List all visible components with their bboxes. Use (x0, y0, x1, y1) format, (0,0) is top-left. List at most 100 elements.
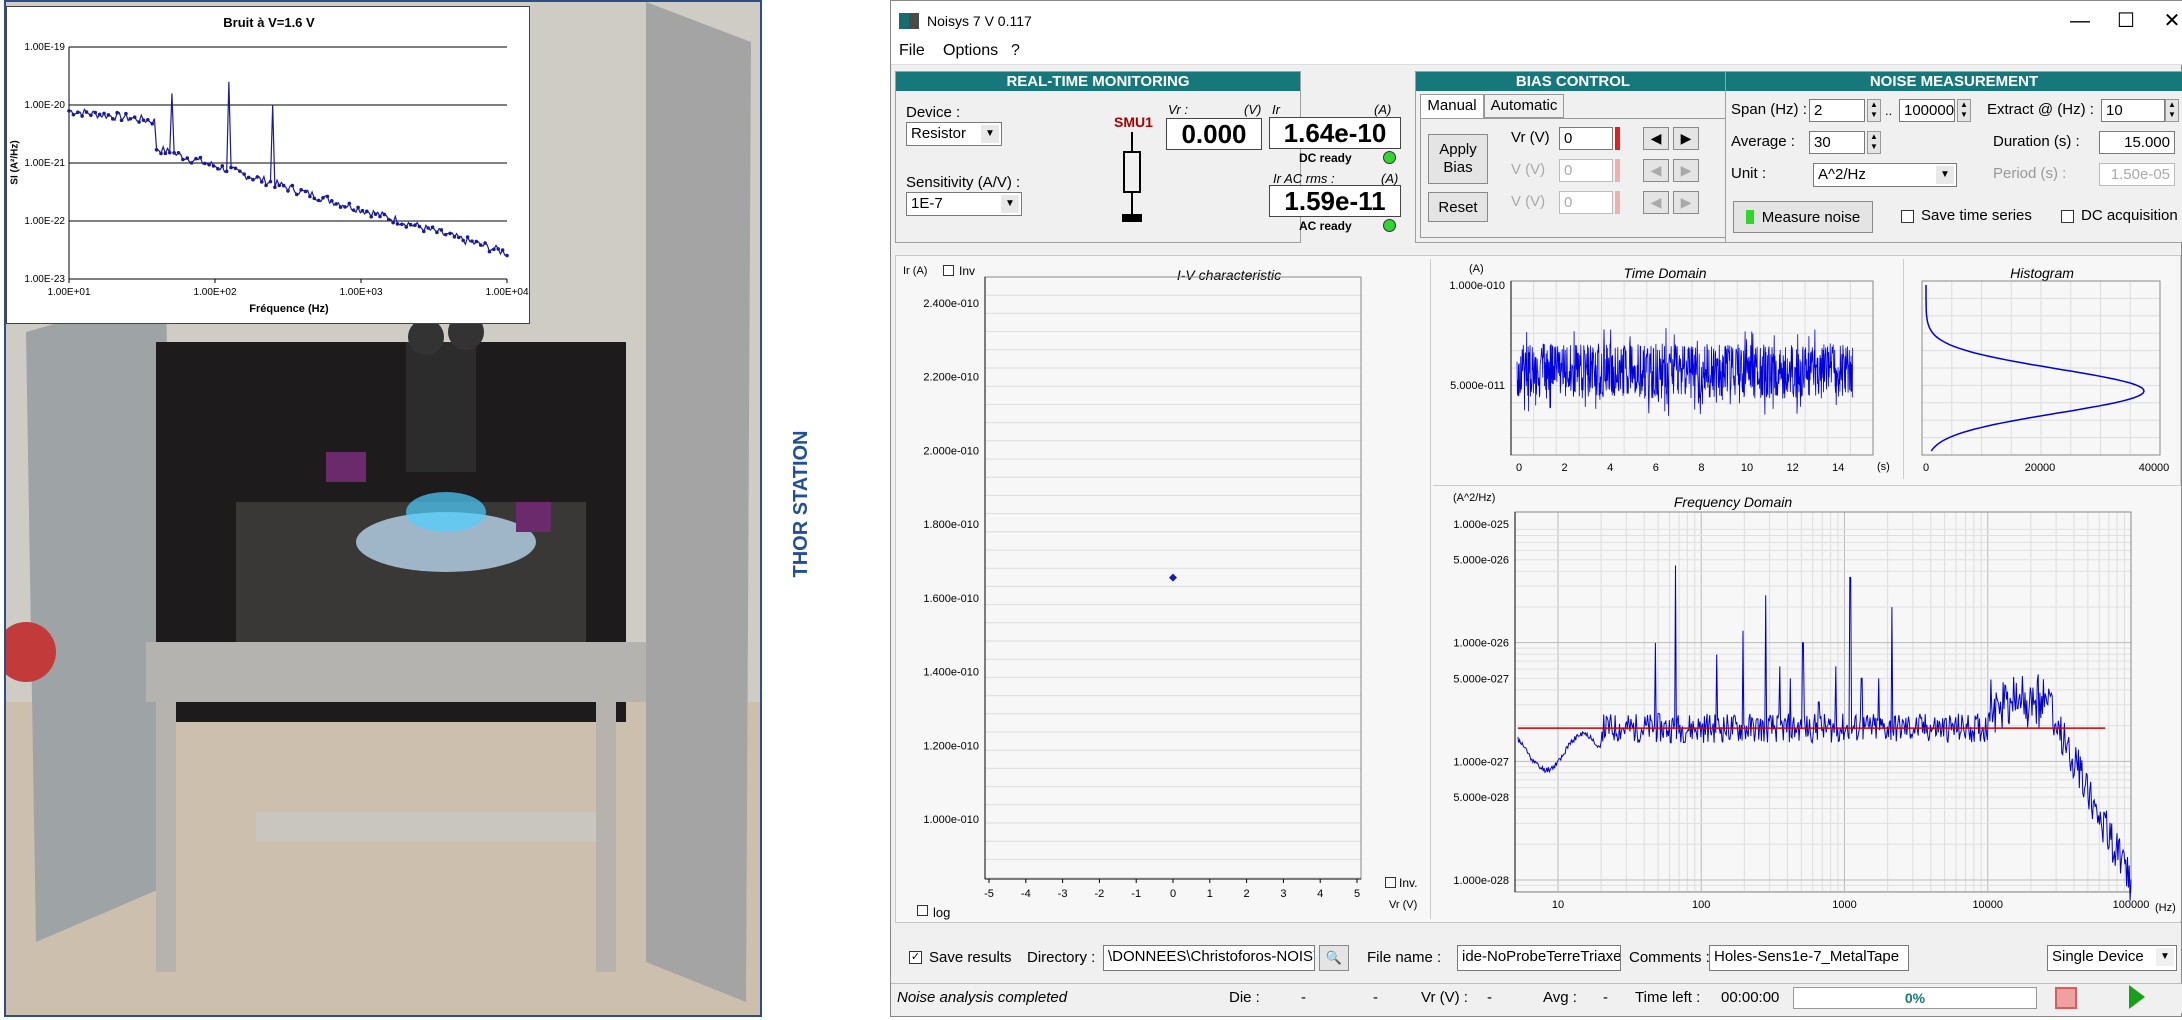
inset-data-point (146, 117, 150, 122)
hist-xtick: 20000 (2025, 462, 2056, 474)
iv-xtick: 0 (1170, 888, 1176, 900)
station-label: THOR STATION (789, 430, 812, 578)
status-vr-value: - (1487, 989, 1492, 1006)
menu-file[interactable]: File (899, 42, 925, 60)
average-input[interactable]: 30 (1809, 131, 1865, 154)
vr-unit: (V) (1244, 102, 1262, 117)
extract-spinner[interactable]: ▲ ▼ (2165, 99, 2179, 122)
inset-data-point (154, 147, 159, 152)
irac-readout: 1.59e-11 (1269, 185, 1401, 217)
minimize-icon[interactable]: — (2065, 7, 2095, 35)
inset-data-point (181, 157, 185, 162)
device-select[interactable]: Resistor ▼ (906, 122, 1002, 146)
inset-data-point (448, 231, 452, 236)
tab-manual[interactable]: Manual (1420, 94, 1484, 118)
irac-unit: (A) (1381, 171, 1399, 186)
iv-xtick: -4 (1021, 888, 1031, 900)
inset-data-point (251, 177, 255, 182)
inset-data-point (264, 183, 268, 188)
bias-row-indicator (1615, 127, 1620, 150)
apply-bias-button[interactable]: Apply Bias (1428, 134, 1488, 184)
window-title: Noisys 7 V 0.117 (927, 13, 1032, 29)
inset-data-point (461, 238, 466, 243)
inset-data-point (159, 151, 163, 156)
inset-data-point (273, 185, 277, 190)
bias-row-input[interactable]: 0 (1559, 127, 1613, 150)
progress-label: 0% (1904, 990, 1926, 1006)
inset-data-point (426, 226, 430, 230)
inset-data-point (290, 183, 295, 188)
inset-data-point (365, 209, 369, 214)
tab-automatic[interactable]: Automatic (1484, 94, 1564, 118)
reset-button[interactable]: Reset (1428, 192, 1488, 222)
measure-noise-label: Measure noise (1761, 208, 1861, 226)
inset-data-point (259, 180, 264, 184)
close-icon[interactable]: ✕ (2157, 7, 2182, 35)
inset-xtick: 1.00E+04 (485, 287, 529, 298)
stop-icon[interactable] (2055, 987, 2077, 1009)
inset-data-point (334, 202, 338, 206)
td-xtick: 8 (1698, 462, 1704, 474)
maximize-icon[interactable]: ☐ (2111, 7, 2141, 35)
menu-help[interactable]: ? (1011, 42, 1020, 60)
span-from-spinner[interactable]: ▲ ▼ (1867, 99, 1881, 122)
iv-ytick: 1.400e-010 (923, 667, 979, 679)
inset-chart-plot: 1.00E-19 1.00E-20 1.00E-21 1.00E-22 1.00E-23… (24, 42, 529, 298)
extract-input[interactable]: 10 (2101, 99, 2165, 122)
iv-log-label: log (933, 905, 951, 920)
realtime-monitoring-panel: REAL-TIME MONITORING Device : Resistor ▼ … (895, 71, 1391, 243)
span-to-spinner[interactable]: ▲ ▼ (1957, 99, 1971, 122)
arrow-left-icon: ◀ (1643, 159, 1669, 182)
dc-acquisition-checkbox[interactable] (2061, 210, 2074, 223)
average-spinner[interactable]: ▲ ▼ (1867, 131, 1881, 154)
inset-data-point (233, 166, 238, 171)
inset-xtick: 1.00E+01 (47, 287, 91, 298)
span-separator: .. (1885, 103, 1893, 118)
inset-data-point (163, 151, 168, 156)
inset-data-point (474, 239, 479, 244)
span-to-input[interactable]: 100000 (1899, 99, 1955, 122)
browse-folder-icon[interactable]: 🔍 (1319, 945, 1349, 971)
inset-data-point (452, 235, 457, 239)
comments-input[interactable]: Holes-Sens1e-7_MetalTape (1709, 945, 1909, 971)
inset-data-point (378, 214, 382, 219)
save-results-checkbox[interactable]: ✓ (909, 951, 922, 964)
fd-ytick: 5.000e-027 (1453, 673, 1509, 685)
directory-label: Directory : (1027, 949, 1096, 966)
inset-data-point (189, 161, 194, 165)
measure-noise-button[interactable]: Measure noise (1733, 201, 1873, 233)
run-icon[interactable] (2129, 985, 2145, 1009)
inset-data-point (465, 235, 470, 239)
save-time-series-checkbox[interactable] (1901, 210, 1914, 223)
inset-data-point (71, 112, 76, 117)
chevron-down-icon: ▼ (1936, 166, 1954, 184)
inset-data-point (347, 201, 352, 206)
iv-log-checkbox[interactable] (917, 905, 928, 916)
arrow-left-icon[interactable]: ◀ (1643, 127, 1669, 150)
span-from-input[interactable]: 2 (1809, 99, 1865, 122)
directory-input[interactable]: \DONNEES\Christoforos-NOISYS7\Test THOR (1103, 945, 1315, 971)
inset-data-point (316, 198, 321, 203)
arrow-right-icon[interactable]: ▶ (1673, 127, 1699, 150)
inset-data-point (128, 117, 133, 121)
sensitivity-select[interactable]: 1E-7 ▼ (906, 192, 1022, 216)
duration-input[interactable]: 15.000 (2099, 131, 2175, 154)
sensitivity-select-value: 1E-7 (911, 195, 943, 212)
iv-xtick: -5 (984, 888, 994, 900)
inset-data-point (216, 167, 220, 171)
irac-label: Ir AC rms : (1273, 171, 1335, 186)
iv-inv-bottom-checkbox[interactable] (1385, 877, 1396, 888)
td-xtick: 10 (1741, 462, 1753, 474)
iv-ytick: 2.000e-010 (923, 445, 979, 457)
fd-plot: 1.000e-025 5.000e-026 1.000e-026 5.000e-027… (1453, 511, 2149, 911)
iv-ytick: 1.800e-010 (923, 519, 979, 531)
inset-data-point (343, 205, 347, 209)
arrow-right-icon: ▶ (1673, 191, 1699, 214)
menu-options[interactable]: Options (943, 42, 998, 60)
mode-select[interactable]: Single Device ▼ (2047, 945, 2177, 971)
filename-input[interactable]: ide-NoProbeTerreTriaxe (1457, 945, 1621, 971)
inset-data-point (106, 113, 111, 117)
unit-select[interactable]: A^2/Hz ▼ (1813, 163, 1957, 187)
inset-ytick: 1.00E-23 (24, 274, 65, 285)
inset-data-point (137, 120, 141, 124)
